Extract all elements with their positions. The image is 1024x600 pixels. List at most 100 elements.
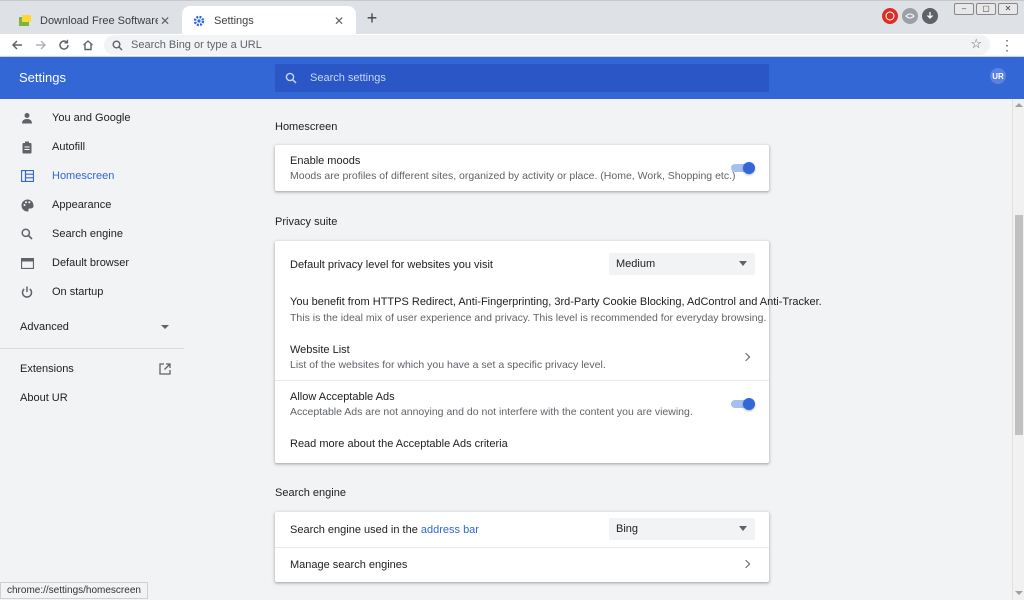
- search-icon: [285, 72, 297, 84]
- page-scrollbar[interactable]: [1012, 99, 1024, 600]
- caret-down-icon: [739, 526, 747, 531]
- search-engine-row: Search engine used in the address bar Bi…: [275, 512, 769, 547]
- enable-moods-label: Enable moods: [290, 155, 361, 167]
- settings-content: You and Google Autofill Homescreen Appea…: [0, 99, 1012, 600]
- status-url: chrome://settings/homescreen: [0, 582, 148, 599]
- acceptable-ads-link[interactable]: Read more about the Acceptable Ads crite…: [290, 438, 508, 450]
- section-title-privacy: Privacy suite: [275, 216, 338, 228]
- acceptable-ads-toggle[interactable]: [731, 398, 755, 410]
- about-label: About UR: [20, 392, 68, 404]
- scroll-down-icon[interactable]: [1015, 591, 1023, 595]
- search-engine-label: Search engine used in the address bar: [290, 524, 479, 536]
- manage-search-engines-row[interactable]: Manage search engines: [275, 548, 769, 582]
- caret-down-icon: [739, 261, 747, 266]
- privacy-level-value: Medium: [616, 258, 656, 270]
- sidebar-item-label: On startup: [52, 286, 104, 298]
- search-icon: [112, 40, 123, 51]
- tab-settings[interactable]: Settings ✕: [182, 6, 356, 35]
- sidebar-item-label: You and Google: [52, 112, 131, 124]
- enable-moods-toggle[interactable]: [731, 162, 755, 174]
- sidebar-item-label: Homescreen: [52, 170, 115, 182]
- address-bar[interactable]: Search Bing or type a URL ☆: [104, 35, 990, 55]
- manage-search-engines-label: Manage search engines: [290, 559, 408, 571]
- profile-avatar[interactable]: UR: [990, 68, 1006, 84]
- address-bar-link[interactable]: address bar: [421, 524, 479, 536]
- website-list-row[interactable]: Website List List of the websites for wh…: [275, 335, 769, 379]
- sidebar-item-appearance[interactable]: Appearance: [0, 191, 184, 219]
- enable-moods-row[interactable]: Enable moods Moods are profiles of diffe…: [275, 145, 769, 191]
- softonic-favicon-icon: [18, 14, 32, 28]
- arrow-left-icon: [11, 40, 22, 50]
- privacy-benefit-row: You benefit from HTTPS Redirect, Anti-Fi…: [275, 287, 822, 333]
- new-tab-button[interactable]: +: [363, 9, 381, 27]
- address-bar-placeholder: Search Bing or type a URL: [131, 39, 262, 51]
- maximize-button[interactable]: ▢: [976, 3, 996, 15]
- sidebar-item-homescreen[interactable]: Homescreen: [0, 162, 184, 190]
- browser-menu-button[interactable]: ⋮: [1000, 36, 1014, 54]
- browser-toolbar: Search Bing or type a URL ☆ ⋮: [0, 34, 1024, 57]
- acceptable-ads-row[interactable]: Allow Acceptable Ads Acceptable Ads are …: [275, 381, 769, 425]
- tab-download-software[interactable]: Download Free Software for Windows ✕: [8, 6, 182, 35]
- grid-icon: [20, 169, 34, 183]
- power-icon: [20, 285, 34, 299]
- sidebar-item-you-and-google[interactable]: You and Google: [0, 104, 184, 132]
- homescreen-card: Enable moods Moods are profiles of diffe…: [275, 145, 769, 191]
- search-engine-select[interactable]: Bing: [609, 518, 755, 540]
- website-list-label: Website List: [290, 344, 350, 356]
- enable-moods-description: Moods are profiles of different sites, o…: [290, 170, 736, 182]
- download-icon[interactable]: [922, 8, 938, 24]
- scroll-up-icon[interactable]: [1015, 103, 1023, 107]
- sidebar-item-extensions[interactable]: Extensions: [0, 355, 184, 383]
- search-engine-card: Search engine used in the address bar Bi…: [275, 512, 769, 582]
- close-icon[interactable]: ✕: [332, 14, 346, 28]
- sidebar-item-label: Search engine: [52, 228, 123, 240]
- page-title: Settings: [19, 70, 66, 85]
- sidebar-advanced-toggle[interactable]: Advanced: [0, 313, 184, 341]
- search-icon: [20, 227, 34, 241]
- section-title-search-engine: Search engine: [275, 487, 346, 499]
- sidebar-item-about[interactable]: About UR: [0, 384, 184, 412]
- search-settings-input[interactable]: Search settings: [275, 64, 769, 92]
- settings-header: Settings Search settings UR: [0, 57, 1024, 99]
- minimize-button[interactable]: –: [954, 3, 974, 15]
- arrow-right-icon: [36, 40, 47, 50]
- section-title-homescreen: Homescreen: [275, 121, 338, 133]
- sidebar-item-label: Autofill: [52, 141, 86, 153]
- privacy-benefit-text: You benefit from HTTPS Redirect, Anti-Fi…: [290, 296, 822, 308]
- reload-button[interactable]: [55, 36, 73, 54]
- forward-button[interactable]: [32, 36, 50, 54]
- sidebar-item-default-browser[interactable]: Default browser: [0, 249, 184, 277]
- tab-title: Settings: [214, 14, 254, 27]
- tab-strip: Download Free Software for Windows ✕ Set…: [0, 0, 1024, 35]
- open-external-icon: [159, 363, 171, 378]
- sidebar-item-autofill[interactable]: Autofill: [0, 133, 184, 161]
- palette-icon: [20, 198, 34, 212]
- vpn-icon[interactable]: [882, 8, 898, 24]
- chevron-right-icon: [741, 352, 751, 362]
- privacy-shield-icon[interactable]: [902, 8, 918, 24]
- sidebar-item-on-startup[interactable]: On startup: [0, 278, 184, 306]
- search-placeholder: Search settings: [310, 72, 386, 84]
- privacy-level-label: Default privacy level for websites you v…: [290, 259, 493, 271]
- bookmark-star-icon[interactable]: ☆: [970, 36, 982, 52]
- back-button[interactable]: [8, 36, 26, 54]
- privacy-benefit-subtext: This is the ideal mix of user experience…: [290, 312, 767, 324]
- advanced-label: Advanced: [20, 321, 69, 333]
- window-close-button[interactable]: ✕: [998, 3, 1018, 15]
- extension-icons: [882, 8, 938, 24]
- home-button[interactable]: [79, 36, 97, 54]
- sidebar-divider: [0, 348, 184, 349]
- sidebar-item-search-engine[interactable]: Search engine: [0, 220, 184, 248]
- caret-down-icon: [161, 325, 169, 329]
- search-engine-value: Bing: [616, 523, 639, 535]
- window-controls: – ▢ ✕: [954, 3, 1018, 15]
- privacy-card: Default privacy level for websites you v…: [275, 241, 822, 463]
- person-icon: [20, 111, 34, 125]
- close-icon[interactable]: ✕: [158, 14, 172, 28]
- acceptable-ads-label: Allow Acceptable Ads: [290, 391, 395, 403]
- gear-icon: [192, 14, 206, 28]
- privacy-level-select[interactable]: Medium: [609, 253, 755, 275]
- scrollbar-thumb[interactable]: [1015, 215, 1023, 435]
- chevron-right-icon: [741, 559, 751, 569]
- reload-icon: [59, 39, 69, 50]
